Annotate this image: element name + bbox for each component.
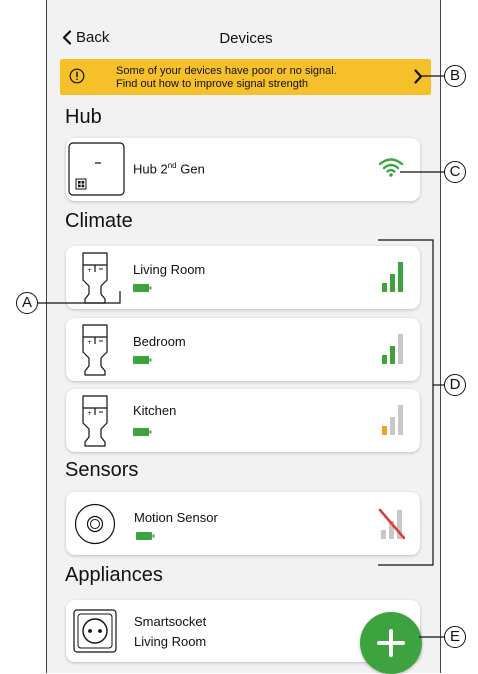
callout-b-label: B xyxy=(444,65,466,87)
callout-c-label: C xyxy=(444,161,466,183)
callout-e-label: E xyxy=(444,626,466,648)
callout-a-label: A xyxy=(16,292,38,314)
annotation-leader-lines xyxy=(38,75,444,638)
callout-d-label: D xyxy=(444,374,466,396)
